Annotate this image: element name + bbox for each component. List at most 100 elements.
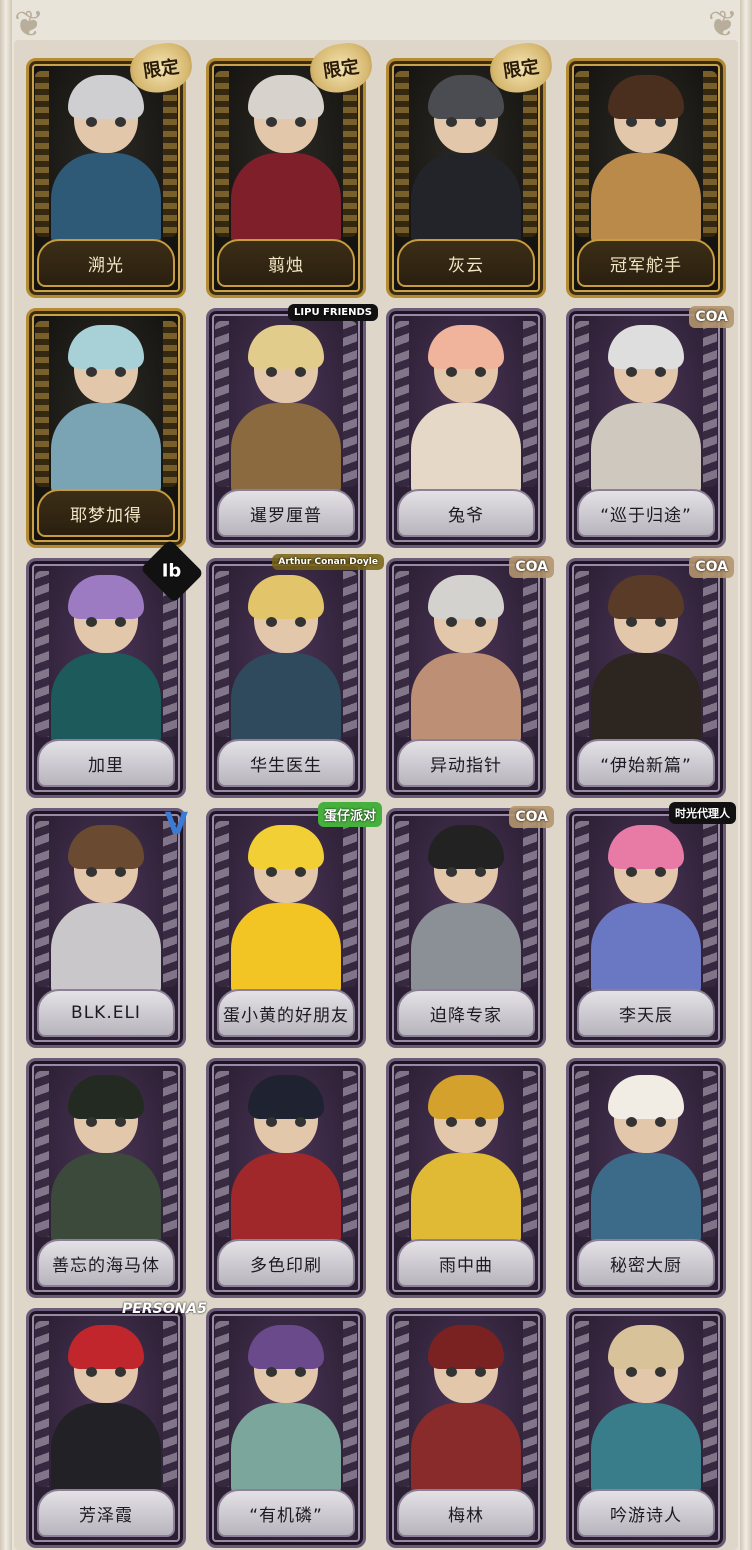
character-hair: [68, 1325, 144, 1369]
costume-card[interactable]: 溯光 限定: [26, 39, 196, 298]
costume-card[interactable]: 吟游诗人: [566, 1308, 726, 1548]
character-eyes: [446, 117, 486, 127]
right-frame-border: [740, 0, 752, 1550]
frame-ornament-right: [703, 571, 717, 737]
frame-ornament-left: [395, 71, 409, 237]
costume-name: 耶梦加得: [37, 489, 175, 537]
character-portrait: [231, 1325, 341, 1495]
costume-card[interactable]: BLK.ELI V: [26, 807, 188, 1048]
costume-card[interactable]: “巡于归途” COA: [566, 306, 734, 548]
card-frame: 冠军舵手: [566, 58, 726, 298]
left-frame-border: [0, 0, 12, 1550]
frame-ornament-left: [215, 571, 229, 737]
card-frame: 灰云: [386, 58, 546, 298]
frame-ornament-right: [343, 71, 357, 237]
costume-card[interactable]: 芳泽霞 PERSONA5: [26, 1301, 207, 1548]
frame-ornament-right: [343, 1321, 357, 1487]
card-frame: 秘密大厨: [566, 1058, 726, 1298]
costume-card[interactable]: 雨中曲: [386, 1058, 546, 1298]
costume-card[interactable]: 梅林: [386, 1308, 546, 1548]
costume-card[interactable]: 迫降专家 COA: [386, 806, 554, 1048]
collab-logo-text: Ib: [162, 560, 182, 582]
frame-ornament-right: [703, 321, 717, 487]
character-eyes: [626, 367, 666, 377]
character-outfit: [231, 903, 341, 995]
frame-ornament-right: [163, 1071, 177, 1237]
character-outfit: [591, 653, 701, 745]
character-portrait: [231, 575, 341, 745]
costume-card[interactable]: 加里 Ib: [26, 539, 204, 798]
costume-card[interactable]: 暹罗厘普 LIPU FRIENDS: [206, 304, 378, 548]
frame-ornament-left: [215, 1071, 229, 1237]
character-outfit: [231, 1153, 341, 1245]
collab-logo-badge: COA: [509, 806, 554, 828]
character-eyes: [446, 867, 486, 877]
character-hair: [248, 825, 324, 869]
costume-card[interactable]: “伊始新篇” COA: [566, 556, 734, 798]
frame-ornament-right: [163, 321, 177, 487]
character-eyes: [446, 1117, 486, 1127]
character-portrait: [231, 325, 341, 495]
character-portrait: [411, 1325, 521, 1495]
collab-logo-badge: 时光代理人: [669, 802, 736, 824]
costume-name: 吟游诗人: [577, 1489, 715, 1537]
costume-card[interactable]: 华生医生 Arthur Conan Doyle: [206, 554, 384, 798]
character-portrait: [591, 325, 701, 495]
character-portrait: [591, 75, 701, 245]
costume-name: 多色印刷: [217, 1239, 355, 1287]
costume-name: “巡于归途”: [577, 489, 715, 537]
card-frame: 善忘的海马体: [26, 1058, 186, 1298]
character-hair: [68, 1075, 144, 1119]
character-portrait: [411, 825, 521, 995]
costume-card[interactable]: 灰云 限定: [386, 39, 556, 298]
frame-ornament-right: [343, 571, 357, 737]
costume-card[interactable]: 善忘的海马体: [26, 1058, 186, 1298]
frame-ornament-left: [215, 821, 229, 987]
character-portrait: [231, 1075, 341, 1245]
card-frame: 加里: [26, 558, 186, 798]
collab-logo-badge: 蛋仔派对: [317, 802, 382, 827]
costume-name: 雨中曲: [397, 1239, 535, 1287]
character-portrait: [51, 325, 161, 495]
character-outfit: [231, 1403, 341, 1495]
character-hair: [608, 75, 684, 119]
collab-logo-badge: COA: [689, 556, 734, 578]
costume-name: 善忘的海马体: [37, 1239, 175, 1287]
costume-name: 翦烛: [217, 239, 355, 287]
character-eyes: [626, 1117, 666, 1127]
costume-card[interactable]: 异动指针 COA: [386, 556, 554, 798]
costume-card[interactable]: 耶梦加得: [26, 308, 186, 548]
costume-card[interactable]: 兔爷: [386, 308, 546, 548]
frame-ornament-left: [35, 571, 49, 737]
card-frame: 异动指针: [386, 558, 546, 798]
costume-name: 溯光: [37, 239, 175, 287]
costume-card[interactable]: 李天辰 时光代理人: [566, 802, 736, 1048]
character-outfit: [51, 903, 161, 995]
collab-logo-badge: COA: [509, 556, 554, 578]
frame-ornament-left: [35, 821, 49, 987]
costume-card[interactable]: 蛋小黄的好朋友 蛋仔派对: [206, 802, 382, 1048]
character-outfit: [231, 653, 341, 745]
frame-ornament-left: [215, 321, 229, 487]
frame-ornament-left: [575, 321, 589, 487]
card-frame: 迫降专家: [386, 808, 546, 1048]
character-portrait: [591, 1075, 701, 1245]
frame-ornament-left: [395, 1071, 409, 1237]
costume-card[interactable]: “有机磷”: [206, 1308, 366, 1548]
card-frame: 李天辰: [566, 808, 726, 1048]
character-eyes: [86, 1367, 126, 1377]
card-frame: 梅林: [386, 1308, 546, 1548]
costume-name: 蛋小黄的好朋友: [217, 989, 355, 1037]
costume-card[interactable]: 多色印刷: [206, 1058, 366, 1298]
character-hair: [68, 825, 144, 869]
frame-ornament-right: [703, 1071, 717, 1237]
character-portrait: [411, 325, 521, 495]
character-hair: [248, 325, 324, 369]
costume-card[interactable]: 翦烛 限定: [206, 39, 376, 298]
costume-card[interactable]: 冠军舵手: [566, 58, 726, 298]
costume-card[interactable]: 秘密大厨: [566, 1058, 726, 1298]
card-frame: 蛋小黄的好朋友: [206, 808, 366, 1048]
costume-name: 华生医生: [217, 739, 355, 787]
frame-ornament-right: [523, 1321, 537, 1487]
character-hair: [428, 1325, 504, 1369]
